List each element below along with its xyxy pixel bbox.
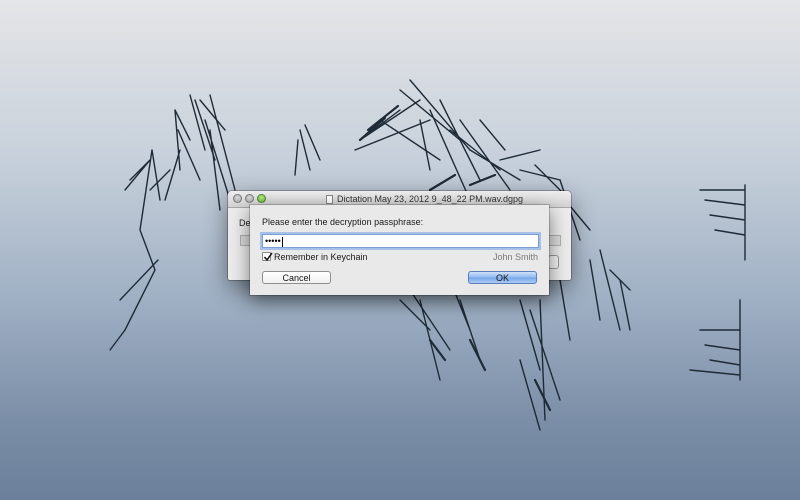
ok-button[interactable]: OK (468, 271, 537, 284)
remember-keychain-row[interactable]: Remember in Keychain (262, 251, 368, 262)
zoom-icon[interactable] (257, 194, 266, 203)
keychain-user-name: John Smith (492, 252, 538, 262)
close-icon[interactable] (233, 194, 242, 203)
passphrase-input[interactable]: ••••• (262, 234, 539, 248)
window-peek-label: De (239, 218, 251, 228)
remember-keychain-checkbox[interactable] (262, 252, 273, 262)
document-icon (326, 194, 334, 204)
text-caret (281, 236, 283, 247)
window-peek-button (548, 255, 559, 269)
desktop-background: Dictation May 23, 2012 9_48_22 PM.wav.dg… (0, 0, 800, 500)
window-peek-field-right (547, 235, 561, 246)
minimize-icon[interactable] (245, 194, 254, 203)
cancel-button[interactable]: Cancel (262, 271, 331, 284)
passphrase-masked-value: ••••• (265, 236, 281, 246)
passphrase-sheet: Please enter the decryption passphrase: … (250, 205, 549, 295)
window-title: Dictation May 23, 2012 9_48_22 PM.wav.dg… (337, 194, 523, 204)
remember-keychain-label: Remember in Keychain (274, 251, 368, 262)
passphrase-prompt: Please enter the decryption passphrase: (262, 217, 424, 227)
checkmark-icon (263, 252, 273, 262)
